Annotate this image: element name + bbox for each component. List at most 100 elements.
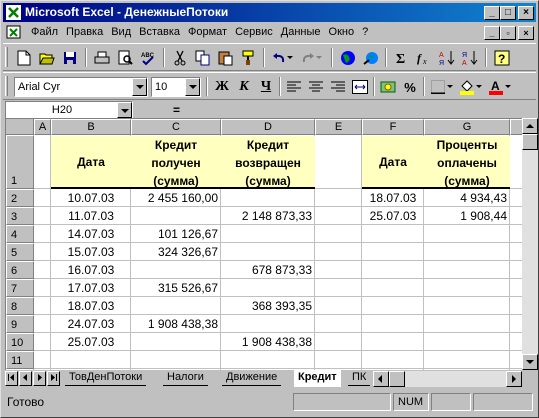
hyperlink-icon[interactable] <box>360 47 382 69</box>
paste-icon[interactable] <box>215 47 237 69</box>
cell-d7[interactable] <box>221 279 312 297</box>
cell-c8[interactable] <box>131 297 218 315</box>
align-right-icon[interactable] <box>327 76 349 98</box>
cell-g2[interactable]: 4 934,43 <box>424 189 507 207</box>
cell-d5[interactable] <box>221 243 312 261</box>
worksheet-grid[interactable]: ABCDEFG 123456789101112 Дата Кредит полу… <box>5 118 522 370</box>
scroll-left-button[interactable] <box>373 371 389 387</box>
cell-c3[interactable] <box>131 207 218 225</box>
redo-dropdown-icon[interactable] <box>314 47 324 69</box>
scroll-down-button[interactable] <box>522 354 538 370</box>
save-icon[interactable] <box>59 47 81 69</box>
function-icon[interactable]: fx <box>413 47 435 69</box>
cell-g7[interactable] <box>424 279 507 297</box>
workbook-icon[interactable] <box>6 25 22 40</box>
size-dropdown-arrow[interactable] <box>185 78 200 96</box>
vertical-scrollbar[interactable] <box>522 118 538 370</box>
percent-button[interactable]: % <box>399 76 421 98</box>
cell-b3[interactable]: 11.07.03 <box>51 207 131 225</box>
sheet-tab-pk[interactable]: ПК <box>348 370 371 386</box>
cell-g8[interactable] <box>424 297 507 315</box>
cell-f3[interactable]: 25.07.03 <box>362 207 424 225</box>
doc-close-button[interactable]: × <box>518 26 534 40</box>
close-button[interactable]: × <box>518 6 534 20</box>
bold-button[interactable]: Ж <box>211 76 233 98</box>
undo-dropdown-icon[interactable] <box>285 47 295 69</box>
font-color-dropdown-icon[interactable] <box>503 76 513 98</box>
cell-g9[interactable] <box>424 315 507 333</box>
formula-input[interactable] <box>193 101 536 119</box>
cell-c7[interactable]: 315 526,67 <box>131 279 218 297</box>
cell-d9[interactable] <box>221 315 312 333</box>
cell-c2[interactable]: 2 455 160,00 <box>131 189 218 207</box>
row-header-8[interactable]: 8 <box>6 297 34 315</box>
font-dropdown-arrow[interactable] <box>132 78 147 96</box>
header-interest-paid-1[interactable]: Проценты <box>424 136 510 154</box>
cell-b8[interactable]: 18.07.03 <box>51 297 131 315</box>
menu-help[interactable]: ? <box>358 26 372 38</box>
column-header-e[interactable]: E <box>315 119 362 135</box>
title-bar[interactable]: Microsoft Excel - ДенежныеПотоки _ □ × <box>3 3 536 22</box>
cell-f10[interactable] <box>362 333 424 351</box>
row-header-10[interactable]: 10 <box>6 333 34 351</box>
column-header-d[interactable]: D <box>221 119 315 135</box>
vertical-scroll-thumb[interactable] <box>522 134 538 150</box>
currency-icon[interactable] <box>377 76 399 98</box>
cell-d6[interactable]: 678 873,33 <box>221 261 312 279</box>
doc-restore-button[interactable]: ▫ <box>500 26 516 40</box>
toolbar-grip[interactable] <box>5 47 8 67</box>
cell-g10[interactable] <box>424 333 507 351</box>
format-painter-icon[interactable] <box>238 47 260 69</box>
row-header-11[interactable]: 11 <box>6 351 34 369</box>
excel-app-icon[interactable] <box>6 5 21 20</box>
name-box[interactable]: H20 <box>5 101 133 119</box>
header-credit-returned-2[interactable]: возвращен <box>221 154 315 172</box>
new-icon[interactable] <box>13 47 35 69</box>
cell-d3[interactable]: 2 148 873,33 <box>221 207 312 225</box>
header-credit-returned-1[interactable]: Кредит <box>221 136 315 154</box>
menu-format[interactable]: Формат <box>184 26 231 38</box>
cut-icon[interactable] <box>169 47 191 69</box>
header-credit-received-2[interactable]: получен <box>131 154 221 172</box>
cell-f5[interactable] <box>362 243 424 261</box>
row-header-6[interactable]: 6 <box>6 261 34 279</box>
cell-b6[interactable]: 16.07.03 <box>51 261 131 279</box>
edit-formula-button[interactable]: = <box>173 103 180 117</box>
select-all-corner[interactable] <box>6 119 34 135</box>
sort-descending-icon[interactable]: ЯА <box>459 47 481 69</box>
cell-b4[interactable]: 14.07.03 <box>51 225 131 243</box>
horizontal-scrollbar[interactable] <box>373 371 522 387</box>
cell-b9[interactable]: 24.07.03 <box>51 315 131 333</box>
menu-edit[interactable]: Правка <box>62 26 107 38</box>
align-center-icon[interactable] <box>305 76 327 98</box>
spelling-icon[interactable]: ABC <box>137 47 159 69</box>
row-header-4[interactable]: 4 <box>6 225 34 243</box>
sheet-tab-tovdenpotoki[interactable]: ТовДенПотоки <box>65 370 147 386</box>
cell-d4[interactable] <box>221 225 312 243</box>
cell-c10[interactable] <box>131 333 218 351</box>
cell-g4[interactable] <box>424 225 507 243</box>
fill-dropdown-icon[interactable] <box>474 76 484 98</box>
last-sheet-button[interactable] <box>47 371 60 386</box>
web-toolbar-icon[interactable] <box>337 47 359 69</box>
open-icon[interactable] <box>36 47 58 69</box>
first-sheet-button[interactable] <box>5 371 18 386</box>
cell-d10[interactable]: 1 908 438,38 <box>221 333 312 351</box>
print-icon[interactable] <box>91 47 113 69</box>
cell-b5[interactable]: 15.07.03 <box>51 243 131 261</box>
underline-button[interactable]: Ч <box>255 76 277 98</box>
row-header-5[interactable]: 5 <box>6 243 34 261</box>
name-box-dropdown-arrow[interactable] <box>117 102 132 118</box>
cell-c6[interactable] <box>131 261 218 279</box>
doc-minimize-button[interactable]: _ <box>484 26 500 40</box>
column-header-g[interactable]: G <box>424 119 510 135</box>
cell-f4[interactable] <box>362 225 424 243</box>
cell-g6[interactable] <box>424 261 507 279</box>
scroll-up-button[interactable] <box>522 118 538 134</box>
print-preview-icon[interactable] <box>114 47 136 69</box>
sheet-tab-dvizhenie[interactable]: Движение <box>222 370 282 386</box>
copy-icon[interactable] <box>192 47 214 69</box>
toolbar-grip[interactable] <box>5 76 8 96</box>
header-interest-paid-2[interactable]: оплачены <box>424 154 510 172</box>
menu-tools[interactable]: Сервис <box>231 26 277 38</box>
